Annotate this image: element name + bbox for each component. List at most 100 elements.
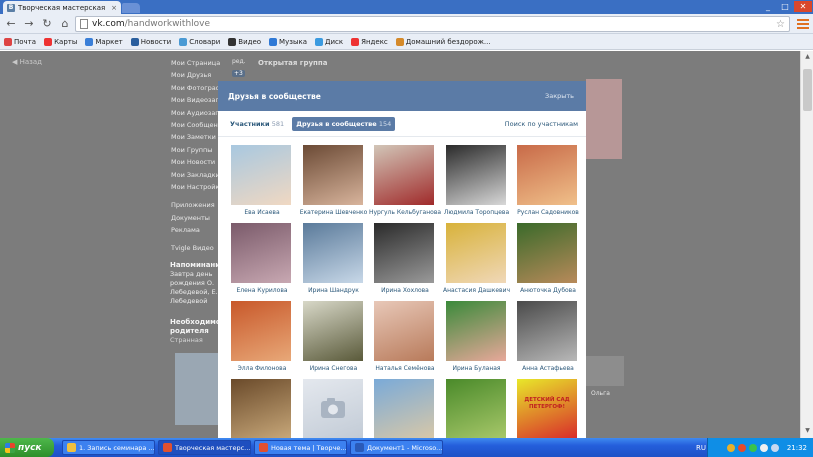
taskbar-window-label: Документ1 - Microso... <box>367 443 442 452</box>
reload-icon[interactable]: ↻ <box>40 17 54 31</box>
scroll-down-icon[interactable]: ▼ <box>803 427 812 436</box>
friend-card[interactable] <box>226 379 298 438</box>
back-link[interactable]: ◀ Назад <box>12 58 42 66</box>
friend-card[interactable]: Руслан Садовников <box>512 145 584 223</box>
left-menu-item[interactable]: Мои Страница <box>171 59 229 71</box>
taskbar-window-button[interactable]: 1. Запись семинара ... <box>62 440 155 455</box>
address-bar[interactable]: vk.com/handworkwithlove ☆ <box>75 16 790 32</box>
tray-volume-icon[interactable] <box>771 443 779 452</box>
back-arrow-icon[interactable]: ← <box>4 17 18 31</box>
friend-avatar[interactable] <box>517 145 577 205</box>
bookmark-item[interactable]: Карты <box>44 37 77 46</box>
bookmark-item[interactable]: Новости <box>130 37 171 46</box>
friend-card[interactable]: Анюточка Дубова <box>512 223 584 301</box>
bookmark-favicon-icon <box>4 37 12 46</box>
friend-card[interactable]: ДЕТСКИЙ САД ПЕТЕРГОФ! <box>512 379 584 438</box>
friend-card[interactable]: Екатерина Шевченко <box>298 145 370 223</box>
tray-network-icon[interactable] <box>749 443 757 452</box>
friend-avatar[interactable] <box>445 145 506 205</box>
friend-avatar[interactable] <box>445 223 506 283</box>
friend-card[interactable]: Ирина Буланая <box>441 301 513 379</box>
bookmark-star-icon[interactable]: ☆ <box>776 19 785 30</box>
friend-avatar[interactable] <box>517 301 577 361</box>
friend-card[interactable]: Ирина Снегова <box>298 301 370 379</box>
taskbar-window-button[interactable]: Творческая мастерс... <box>158 440 251 455</box>
language-indicator[interactable]: RU <box>696 444 706 452</box>
friend-name[interactable]: Анна Астафьева <box>506 365 586 372</box>
vk-page-dimmed: ◀ Назад Мои Страница Мои Друзья Мои Фотогр… <box>0 51 800 438</box>
bookmark-item[interactable]: Словари <box>179 37 220 46</box>
window-close-button[interactable]: ✕ <box>794 1 812 12</box>
friend-avatar[interactable] <box>231 223 291 283</box>
clock: 21:32 <box>786 443 807 452</box>
bookmark-item[interactable]: Домашний бездорож... <box>395 37 491 46</box>
bookmark-item[interactable]: Видео <box>228 37 261 46</box>
tray-flag-icon[interactable] <box>760 443 768 452</box>
reminder-text[interactable]: Завтра день рождения О. Лебедевой, Е. Ле… <box>170 270 220 306</box>
friend-avatar[interactable] <box>517 223 577 283</box>
vk-favicon-icon: В <box>7 3 15 12</box>
friend-avatar[interactable] <box>231 301 291 361</box>
friend-avatar[interactable] <box>445 301 506 361</box>
browser-menu-icon[interactable] <box>797 17 809 31</box>
friend-name[interactable]: Руслан Садовников <box>506 209 586 216</box>
friend-avatar[interactable] <box>374 301 434 361</box>
friend-card[interactable]: Анна Астафьева <box>512 301 584 379</box>
scroll-thumb[interactable] <box>803 69 812 111</box>
home-icon[interactable]: ⌂ <box>58 17 72 31</box>
friend-card[interactable]: Анастасия Дашкевич <box>441 223 513 301</box>
friend-avatar[interactable] <box>374 379 434 438</box>
friend-card[interactable]: Нургуль Кельбуганова <box>369 145 441 223</box>
friend-avatar[interactable] <box>445 379 506 438</box>
bookmark-item[interactable]: Яндекс <box>351 37 388 46</box>
friend-avatar[interactable] <box>374 223 434 283</box>
friend-card[interactable]: Элла Филонова <box>226 301 298 379</box>
friend-card[interactable]: Ирина Шандрук <box>298 223 370 301</box>
tab-friends-in-community[interactable]: Друзья в сообществе 154 <box>292 116 396 131</box>
search-members-link[interactable]: Поиск по участникам <box>505 120 578 128</box>
friend-card[interactable] <box>369 379 441 438</box>
friend-card[interactable]: Наталья Семёнова <box>369 301 441 379</box>
tab-members[interactable]: Участники 581 <box>230 120 284 128</box>
camera-placeholder-icon <box>320 398 345 418</box>
window-maximize-button[interactable]: □ <box>777 1 793 12</box>
bookmark-item[interactable]: Диск <box>315 37 343 46</box>
right-photo[interactable] <box>586 356 624 386</box>
scroll-up-icon[interactable]: ▲ <box>803 53 812 62</box>
page-scrollbar[interactable]: ▲ ▼ <box>800 51 813 438</box>
edit-link[interactable]: ред. <box>232 58 248 70</box>
friend-avatar[interactable] <box>302 223 363 283</box>
friend-card[interactable]: Елена Курилова <box>226 223 298 301</box>
right-photo-caption[interactable]: Ольга <box>591 390 610 397</box>
friend-avatar[interactable] <box>231 379 291 438</box>
modal-close-link[interactable]: Закрыть <box>545 92 574 100</box>
new-tab-button[interactable] <box>122 3 140 13</box>
tab-close-icon[interactable]: × <box>111 4 117 12</box>
need-subtitle[interactable]: Странная <box>170 336 220 345</box>
bookmark-item[interactable]: Почта <box>4 37 36 46</box>
bookmark-item[interactable]: Музыка <box>269 37 307 46</box>
tray-app-icon[interactable] <box>727 443 735 452</box>
bookmark-item[interactable]: Маркет <box>85 37 123 46</box>
friend-avatar[interactable] <box>231 145 291 205</box>
friend-name[interactable]: Анюточка Дубова <box>506 287 586 294</box>
taskbar-window-button[interactable]: Новая тема | Творче... <box>254 440 347 455</box>
window-minimize-button[interactable]: _ <box>760 1 776 12</box>
friend-avatar[interactable] <box>302 301 363 361</box>
taskbar-window-button[interactable]: Документ1 - Microso... <box>350 440 443 455</box>
tab-vk-group[interactable]: В Творческая мастерская "Т... × <box>3 1 121 14</box>
friend-card[interactable]: Людмила Торопцева <box>441 145 513 223</box>
tray-app-icon[interactable] <box>738 443 746 452</box>
friend-avatar[interactable] <box>302 379 363 438</box>
friend-card[interactable]: Ева Исаева <box>226 145 298 223</box>
friend-card[interactable] <box>441 379 513 438</box>
forward-arrow-icon[interactable]: → <box>22 17 36 31</box>
friend-card[interactable]: Ирина Хохлова <box>369 223 441 301</box>
friend-avatar[interactable] <box>302 145 363 205</box>
sidebar-photo[interactable] <box>175 353 221 425</box>
windows-taskbar: пуск 1. Запись семинара ... Творческая ма… <box>0 438 813 457</box>
friend-card[interactable] <box>298 379 370 438</box>
friend-avatar[interactable]: ДЕТСКИЙ САД ПЕТЕРГОФ! <box>517 379 577 438</box>
friend-avatar[interactable] <box>374 145 434 205</box>
start-button[interactable]: пуск <box>0 438 54 457</box>
